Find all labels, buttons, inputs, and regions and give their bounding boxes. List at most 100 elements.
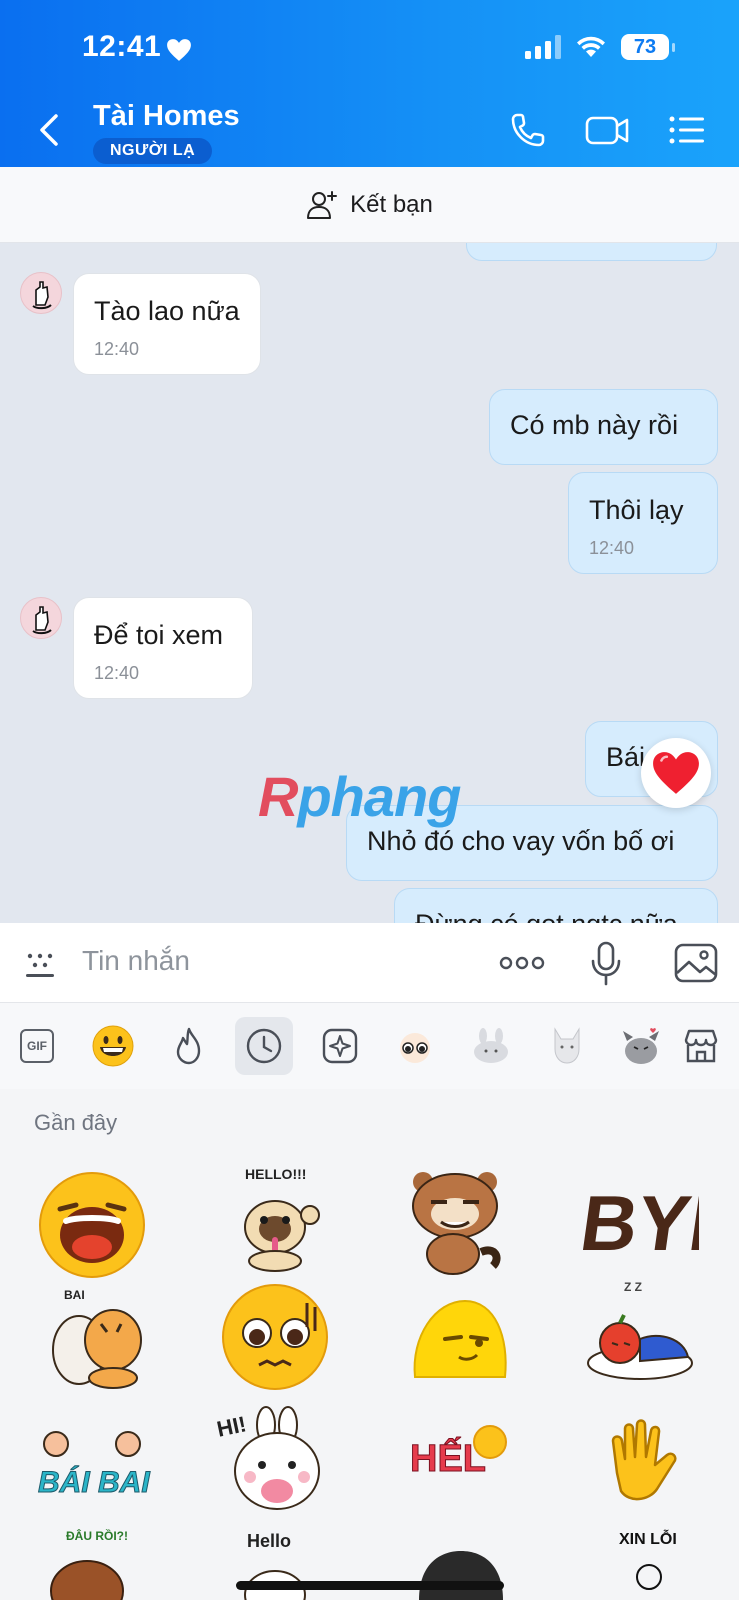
status-indicators: 73 bbox=[525, 34, 675, 60]
worried-face-sticker[interactable] bbox=[215, 1278, 335, 1396]
waving-hand-icon bbox=[611, 1419, 677, 1501]
pug-hello-sticker[interactable]: HELLO!!! bbox=[215, 1160, 335, 1280]
message-time: 12:40 bbox=[94, 663, 140, 683]
message-text: Nhỏ đó cho vay vốn bố ơi bbox=[367, 826, 675, 856]
home-indicator[interactable] bbox=[236, 1581, 504, 1590]
menu-list-icon[interactable] bbox=[668, 110, 706, 150]
add-friend-button[interactable]: Kết bạn bbox=[0, 167, 739, 243]
store-icon bbox=[684, 1029, 718, 1063]
message-text: Thôi lạy bbox=[589, 495, 684, 525]
contact-name[interactable]: Tài Homes bbox=[93, 100, 240, 133]
tab-sticker-pack-3[interactable] bbox=[538, 1017, 596, 1075]
helo-sticker[interactable]: HẾL bbox=[400, 1408, 520, 1518]
avatar[interactable] bbox=[20, 597, 62, 639]
stranger-badge: NGƯỜI LẠ bbox=[93, 138, 213, 164]
message-bubble-incoming[interactable]: Tào lao nữa 12:40 bbox=[73, 273, 261, 375]
dau-roi-sticker[interactable]: ĐÂU RỒI?! bbox=[32, 1525, 152, 1600]
microphone-icon[interactable] bbox=[588, 941, 624, 987]
avatar-image-icon bbox=[32, 606, 52, 635]
message-input-bar: Tin nhắn bbox=[0, 923, 739, 1003]
message-bubble-outgoing[interactable]: Thôi lạy 12:40 bbox=[568, 472, 718, 574]
battery-indicator: 73 bbox=[621, 34, 675, 60]
clock-icon bbox=[246, 1028, 282, 1064]
heart-status-icon bbox=[167, 39, 191, 61]
yellow-chick-sticker[interactable] bbox=[400, 1278, 520, 1396]
tab-emoji[interactable] bbox=[84, 1017, 142, 1075]
tab-sticker-pack-1[interactable] bbox=[386, 1017, 444, 1075]
chat-header: 12:41 73 Tài Homes NGƯỜI LẠ bbox=[0, 0, 739, 167]
message-text: Tào lao nữa bbox=[94, 296, 240, 326]
yellow-chick-icon bbox=[413, 1299, 507, 1378]
add-user-icon bbox=[307, 190, 338, 219]
more-options-icon[interactable] bbox=[498, 953, 546, 973]
chat-messages[interactable]: Tào lao nữa 12:40 Có mb này rồi Thôi lạy… bbox=[0, 243, 739, 923]
avatar[interactable] bbox=[20, 272, 62, 314]
cute-face-pack-icon bbox=[400, 1033, 430, 1063]
tiger-hug-sticker[interactable]: BAI bbox=[36, 1278, 156, 1396]
sparkle-icon bbox=[322, 1028, 358, 1064]
video-call-icon[interactable] bbox=[584, 110, 630, 150]
raccoon-icon bbox=[412, 1172, 501, 1275]
sticker-text: Z Z bbox=[624, 1280, 642, 1294]
xin-loi-figure-icon bbox=[636, 1564, 662, 1590]
sticker-category-tabs: GIF bbox=[0, 1003, 739, 1089]
tab-trending[interactable] bbox=[160, 1017, 218, 1075]
tab-gif[interactable]: GIF bbox=[8, 1017, 66, 1075]
svg-text:BYE: BYE bbox=[581, 1179, 699, 1267]
heart-reaction-button[interactable] bbox=[641, 738, 711, 808]
tab-recent[interactable] bbox=[235, 1017, 293, 1075]
waving-hand-sticker[interactable] bbox=[585, 1408, 705, 1518]
watermark-part1: R bbox=[258, 765, 298, 828]
phone-call-icon[interactable] bbox=[508, 110, 548, 150]
message-text: Đừng có got ngtc nữa bbox=[415, 909, 678, 923]
sticker-store-tab[interactable] bbox=[672, 1017, 730, 1075]
grinning-emoji-icon bbox=[92, 1025, 134, 1067]
tab-sticker-pack-2[interactable] bbox=[462, 1017, 520, 1075]
message-text: Có mb này rồi bbox=[510, 410, 679, 440]
message-bubble-outgoing[interactable]: Đừng có got ngtc nữa bbox=[394, 888, 718, 923]
status-time: 12:41 bbox=[82, 30, 162, 63]
emoji-keyboard-toggle-icon[interactable] bbox=[20, 943, 60, 983]
message-input[interactable]: Tin nhắn bbox=[82, 945, 190, 977]
gif-icon: GIF bbox=[20, 1029, 54, 1063]
image-gallery-icon[interactable] bbox=[674, 943, 718, 983]
message-bubble-partial[interactable] bbox=[466, 243, 717, 261]
dog-pack-icon bbox=[623, 1028, 659, 1064]
worried-face-icon bbox=[222, 1284, 328, 1390]
wifi-icon bbox=[577, 36, 605, 57]
sticker-text: Hello bbox=[247, 1531, 292, 1551]
sticker-text: XIN LỖI bbox=[619, 1531, 677, 1548]
sticker-text: BÁI BAI bbox=[38, 1466, 151, 1500]
sleeping-apple-icon bbox=[587, 1314, 693, 1380]
fire-icon bbox=[176, 1027, 201, 1065]
message-text: Bái bbox=[606, 742, 646, 772]
message-time: 12:40 bbox=[94, 339, 140, 359]
bai-bai-sticker[interactable]: BÁI BAI bbox=[32, 1408, 152, 1518]
laughing-face-sticker[interactable] bbox=[32, 1170, 152, 1280]
signal-icon bbox=[525, 35, 561, 59]
message-bubble-outgoing[interactable]: Có mb này rồi bbox=[489, 389, 718, 465]
bunny-hi-sticker[interactable]: HI! bbox=[215, 1400, 335, 1520]
bai-bai-hands-icon bbox=[43, 1431, 141, 1457]
xin-loi-sticker[interactable]: XIN LỖI bbox=[585, 1525, 705, 1600]
gif-label: GIF bbox=[27, 1039, 47, 1053]
sticker-text: BAI bbox=[64, 1288, 85, 1302]
watermark-part2: phang bbox=[297, 765, 461, 828]
message-bubble-incoming[interactable]: Để toi xem 12:40 bbox=[73, 597, 253, 699]
bye-icon: BYE bbox=[581, 1179, 699, 1267]
sticker-text: HELLO!!! bbox=[245, 1166, 307, 1182]
laughing-face-icon bbox=[39, 1172, 145, 1278]
tab-sticker-pack-4[interactable] bbox=[612, 1017, 670, 1075]
back-icon[interactable] bbox=[34, 110, 64, 150]
watermark: Rphang bbox=[258, 764, 461, 829]
heart-reaction-icon bbox=[653, 752, 699, 794]
sleeping-apple-sticker[interactable]: Z Z bbox=[580, 1278, 700, 1396]
sticker-text: HẾL bbox=[410, 1438, 487, 1481]
cat-pack-icon bbox=[554, 1027, 580, 1064]
dau-roi-face-icon bbox=[50, 1560, 124, 1600]
add-friend-label: Kết bạn bbox=[350, 190, 433, 218]
bye-sticker[interactable]: BYE bbox=[580, 1160, 700, 1280]
tab-ai-sticker[interactable] bbox=[311, 1017, 369, 1075]
raccoon-smirk-sticker[interactable] bbox=[395, 1160, 515, 1280]
bunny-pack-icon bbox=[474, 1028, 508, 1063]
